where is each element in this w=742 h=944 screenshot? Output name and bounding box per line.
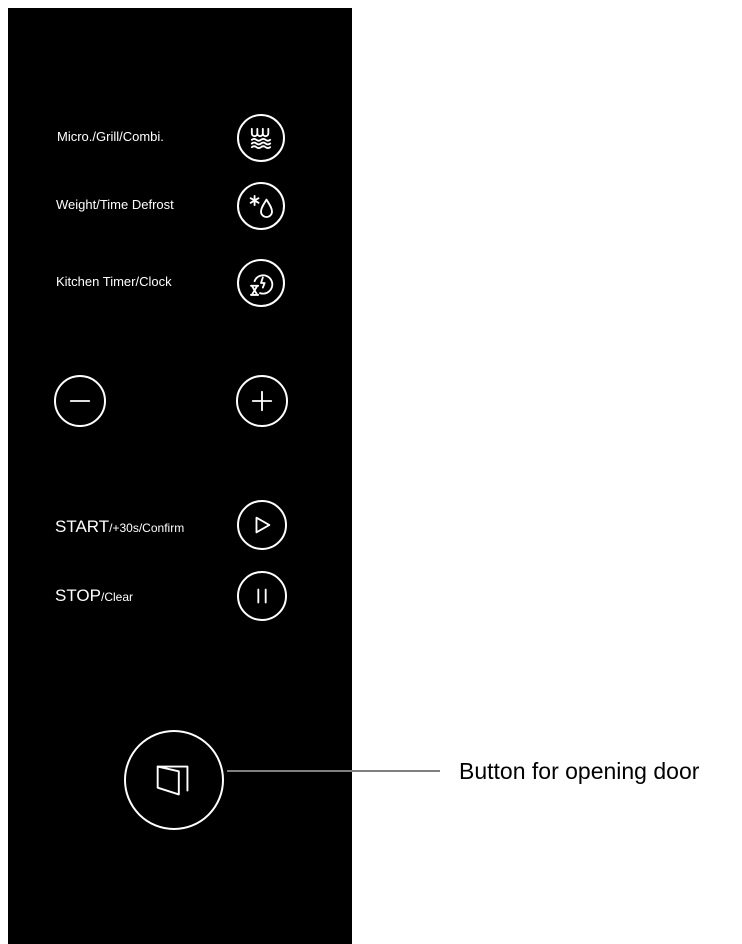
plus-button[interactable] bbox=[236, 375, 288, 427]
pause-icon bbox=[257, 588, 267, 604]
play-icon bbox=[255, 516, 271, 534]
timer-label: Kitchen Timer/Clock bbox=[56, 274, 172, 289]
plus-icon bbox=[251, 390, 273, 412]
mode-label: Micro./Grill/Combi. bbox=[57, 129, 164, 144]
start-button[interactable] bbox=[237, 500, 287, 550]
timer-clock-icon bbox=[250, 274, 274, 296]
stop-main-label: STOP bbox=[55, 586, 101, 605]
minus-button[interactable] bbox=[54, 375, 106, 427]
stop-sub-label: /Clear bbox=[100, 590, 133, 604]
defrost-button[interactable] bbox=[237, 182, 285, 230]
defrost-icon bbox=[249, 195, 273, 218]
start-main-label: START bbox=[55, 517, 110, 536]
stop-label: STOP/Clear bbox=[55, 587, 133, 605]
start-label: START/+30s/Confirm bbox=[55, 518, 184, 536]
control-panel: Micro./Grill/Combi. Weight/Time Defrost … bbox=[8, 8, 352, 944]
timer-clock-button[interactable] bbox=[237, 259, 285, 307]
minus-icon bbox=[69, 400, 91, 402]
mode-button[interactable] bbox=[237, 114, 285, 162]
defrost-label: Weight/Time Defrost bbox=[56, 197, 174, 212]
stop-button[interactable] bbox=[237, 571, 287, 621]
door-button-callout: Button for opening door bbox=[459, 758, 700, 784]
door-open-icon bbox=[156, 765, 189, 796]
microwave-grill-icon bbox=[250, 127, 272, 149]
door-open-button[interactable] bbox=[124, 730, 224, 830]
start-sub-label: /+30s/Confirm bbox=[109, 521, 185, 535]
callout-leader-line bbox=[227, 770, 440, 772]
